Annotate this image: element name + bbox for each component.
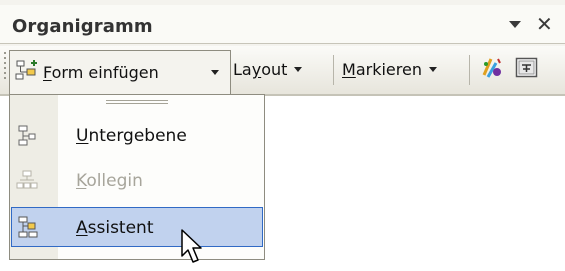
close-icon[interactable]: ✕	[536, 14, 553, 34]
window-title: Organigramm	[12, 16, 153, 37]
divider	[333, 55, 334, 85]
title-bar[interactable]: Organigramm ✕	[0, 5, 565, 43]
insert-shape-icon	[15, 60, 39, 86]
subordinate-icon	[15, 124, 39, 153]
divider	[469, 55, 470, 85]
autoformat-icon[interactable]	[478, 55, 504, 85]
menu-item-coworker: Kollegin	[11, 162, 263, 198]
menu-item-label: Kollegin	[76, 171, 143, 191]
org-chart-toolbar-window: Organigramm ✕ Form einfügen Layout Marki…	[0, 0, 565, 96]
assistant-icon	[16, 215, 40, 244]
insert-shape-menu: Untergebene Kollegin Assistent	[9, 94, 265, 260]
insert-shape-label: Form einfügen	[43, 63, 159, 82]
toolbar-gripper[interactable]	[3, 52, 7, 88]
chevron-down-icon	[211, 70, 219, 75]
menu-item-assistant[interactable]: Assistent	[11, 207, 263, 247]
menu-item-label: Untergebene	[76, 126, 187, 146]
fit-text-icon[interactable]	[515, 57, 539, 83]
menu-item-subordinate[interactable]: Untergebene	[11, 117, 263, 153]
divider	[0, 43, 565, 44]
chevron-down-icon	[294, 66, 303, 72]
coworker-icon	[15, 169, 39, 198]
layout-label: Layout	[233, 59, 288, 79]
layout-button[interactable]: Layout	[233, 50, 303, 88]
insert-shape-button[interactable]: Form einfügen	[9, 50, 231, 95]
mouse-cursor-icon	[181, 229, 207, 269]
menu-drag-handle[interactable]	[106, 100, 168, 106]
select-button[interactable]: Markieren	[342, 50, 437, 88]
toolbar-options-icon[interactable]	[509, 21, 521, 28]
select-label: Markieren	[342, 59, 422, 79]
menu-item-label: Assistent	[76, 218, 154, 238]
chevron-down-icon	[428, 66, 437, 72]
